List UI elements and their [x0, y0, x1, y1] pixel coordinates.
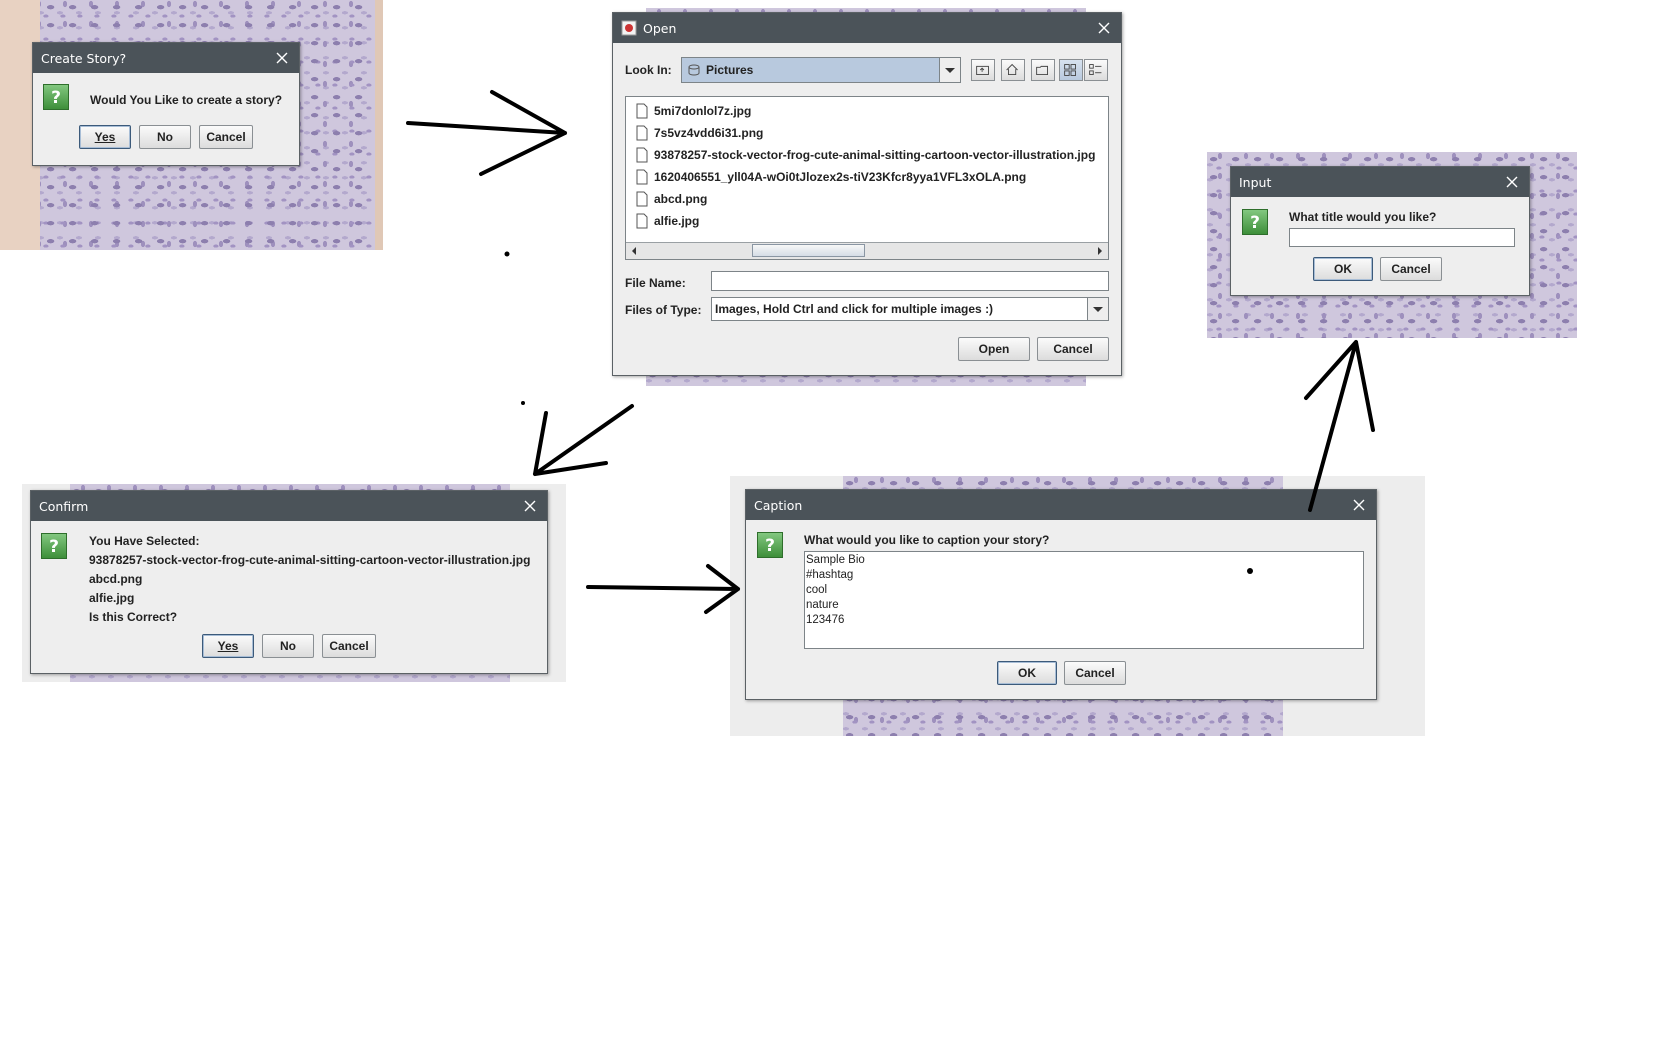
arrow-right-1 — [406, 90, 567, 176]
arrow-up — [1304, 340, 1375, 512]
hand-drawn-arrows — [406, 90, 1375, 614]
ink-dot — [521, 401, 525, 405]
ink-dot — [504, 251, 510, 257]
arrow-down-left — [533, 404, 634, 476]
arrow-right-2 — [586, 564, 740, 614]
ink-dot — [1247, 568, 1253, 574]
